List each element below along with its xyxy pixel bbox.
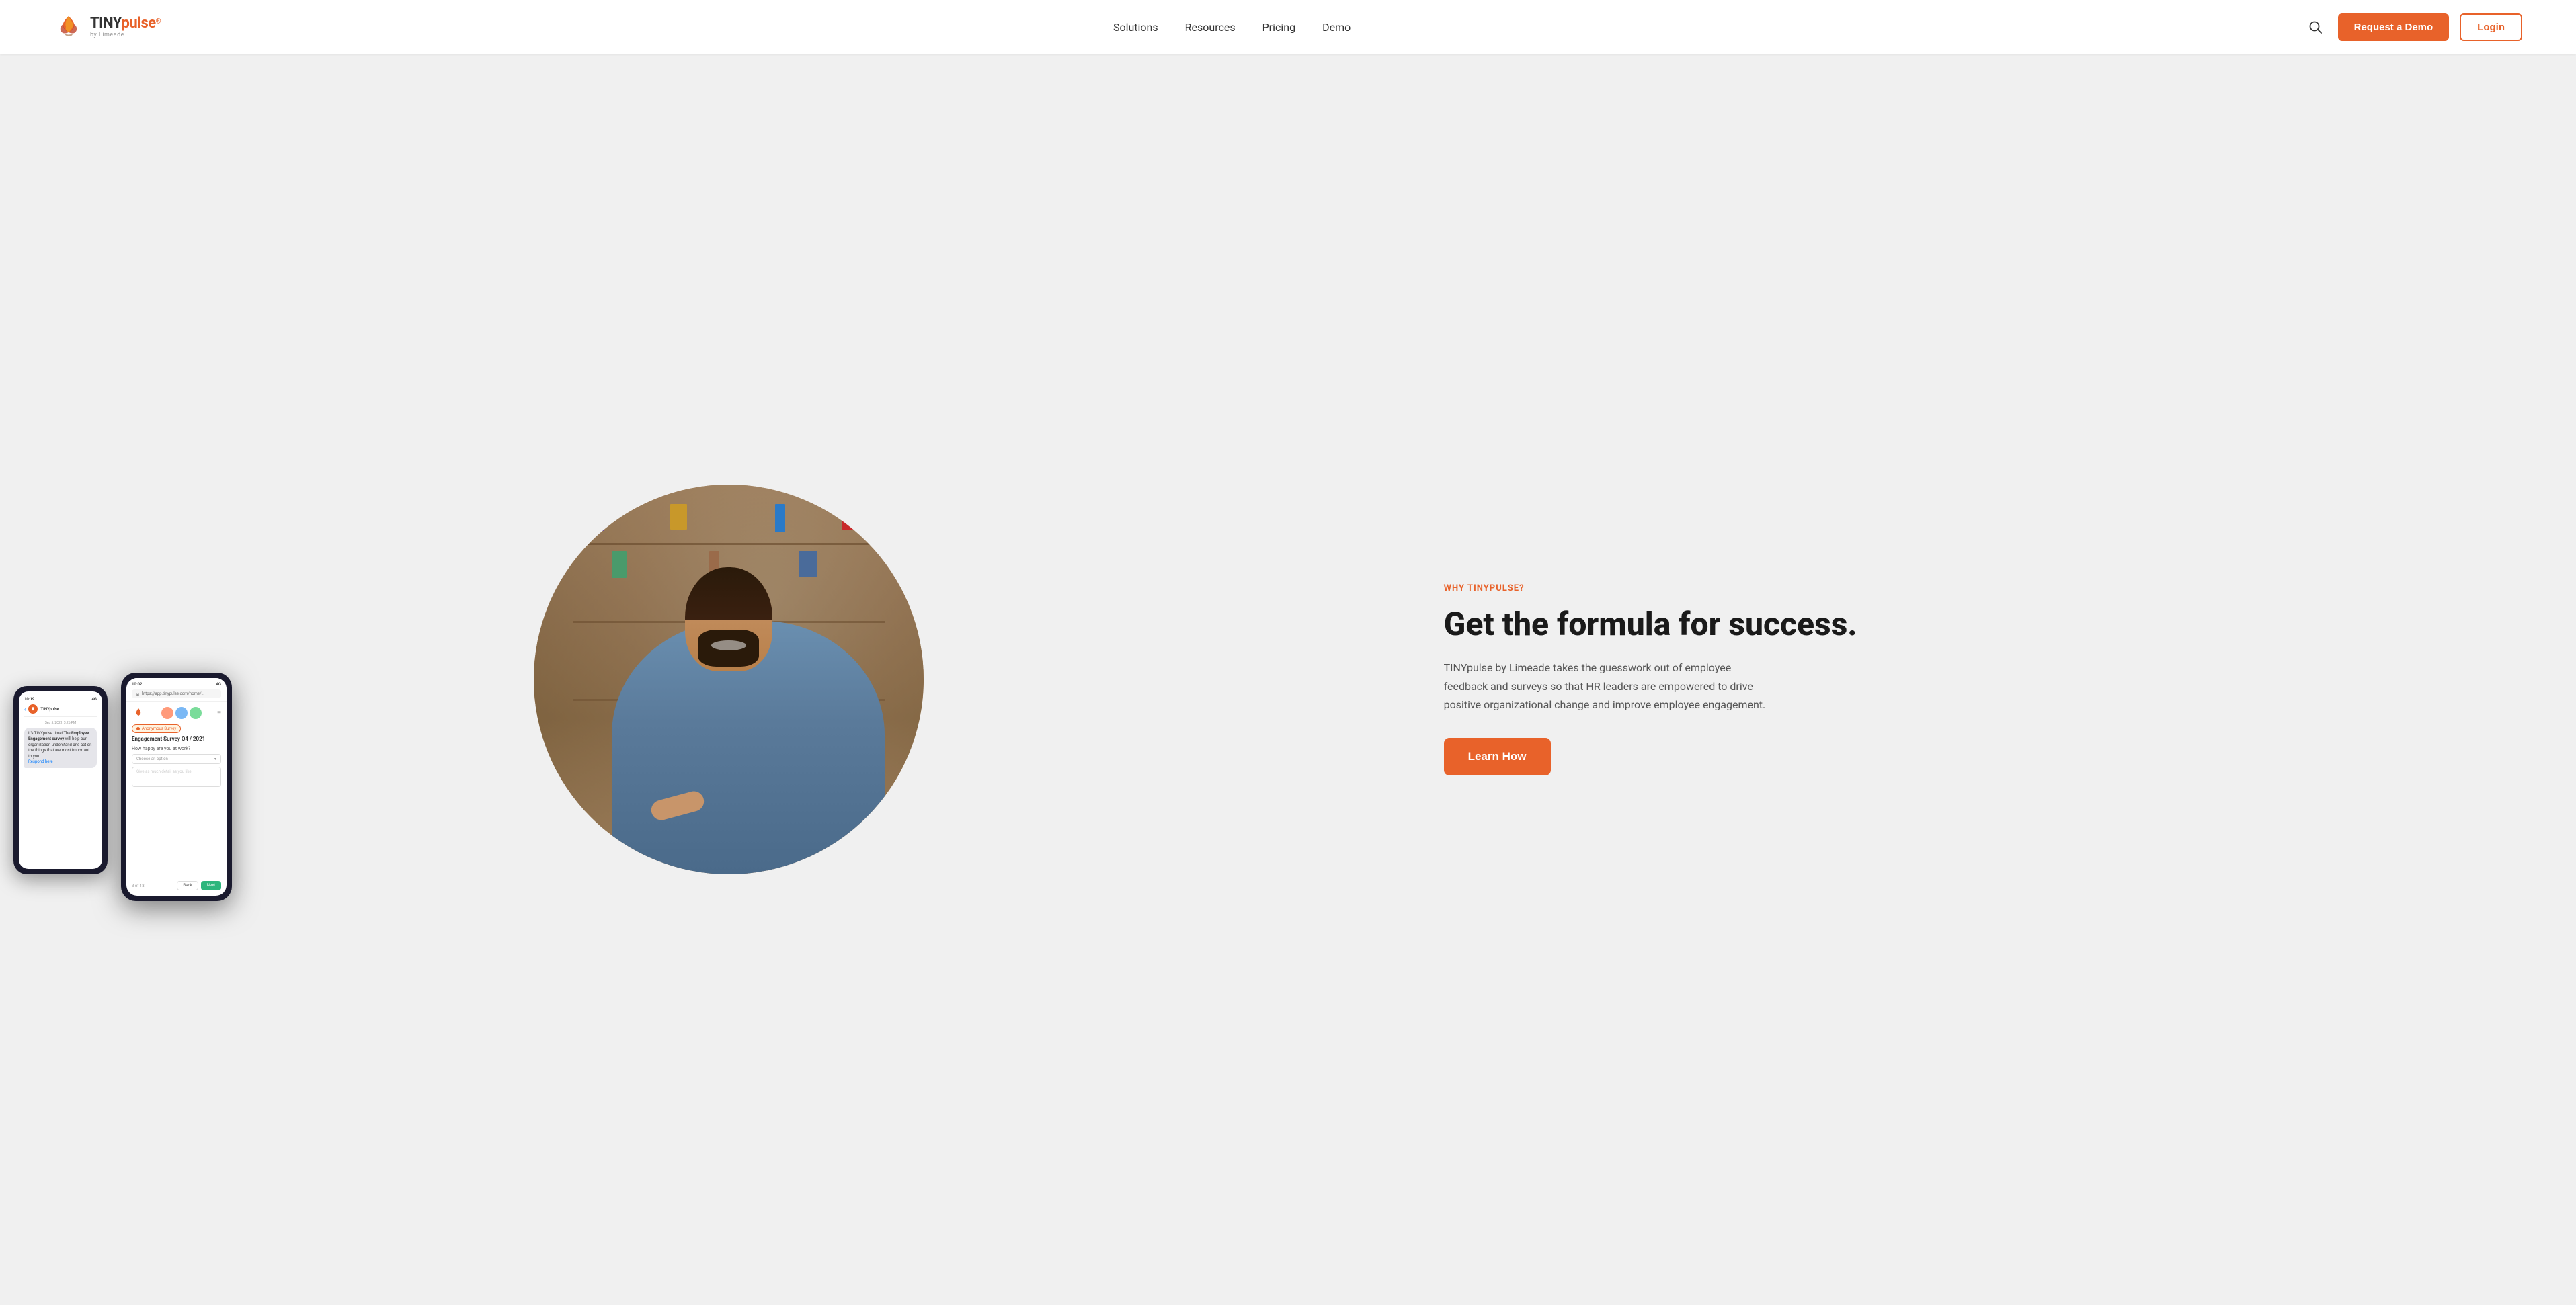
tinypulse-icon xyxy=(28,704,38,714)
phone-survey-screen: 10:02 4G https://app.tinypulse.com/home/… xyxy=(126,678,227,896)
hero-title: Get the formula for success. xyxy=(1444,605,2522,642)
logo-sub: by Limeade xyxy=(90,32,161,38)
back-arrow-icon: ‹ xyxy=(24,706,26,712)
survey-title: Engagement Survey Q4 / 2021 xyxy=(132,736,221,742)
nav-solutions[interactable]: Solutions xyxy=(1113,21,1158,34)
nav-links: Solutions Resources Pricing Demo xyxy=(1113,21,1351,34)
lock-icon xyxy=(136,692,140,696)
logo[interactable]: TINYpulse® by Limeade xyxy=(54,12,161,42)
phone-2-time: 10:02 xyxy=(132,682,142,687)
avatar-3 xyxy=(190,707,202,719)
hero-eyebrow: WHY TINYPULSE? xyxy=(1444,583,2522,593)
logo-pulse: pulse xyxy=(121,15,155,32)
nav-resources[interactable]: Resources xyxy=(1185,21,1236,34)
survey-back-button[interactable]: Back xyxy=(177,881,198,890)
dropdown-placeholder: Choose an option xyxy=(136,757,168,761)
survey-question: How happy are you at work? xyxy=(132,746,221,751)
phones-container: 10:19 4G ‹ TINYpulse I Sep 5, 2021, 3:26… xyxy=(13,673,232,901)
badge-label: Anonymous Survey xyxy=(142,726,176,731)
hero-right: WHY TINYPULSE? Get the formula for succe… xyxy=(1417,543,2576,816)
hero-image-circle xyxy=(534,485,924,874)
avatar-2 xyxy=(175,707,188,719)
sms-message: It's TINYpulse time! The Employee Engage… xyxy=(24,728,97,768)
phone-2-top-bar: 10:02 4G https://app.tinypulse.com/home/… xyxy=(126,678,227,702)
hero-left: 10:19 4G ‹ TINYpulse I Sep 5, 2021, 3:26… xyxy=(0,444,1417,915)
phone-2-body: ≡ Anonymous Survey Engagement Survey Q4 … xyxy=(126,702,227,796)
avatar-1 xyxy=(161,707,173,719)
url-text: https://app.tinypulse.com/home/... xyxy=(142,691,204,696)
phone-1-status-bar: 10:19 4G xyxy=(24,697,97,702)
phone-2-nav: ≡ xyxy=(132,707,221,719)
hero-bg xyxy=(534,485,924,874)
person-head xyxy=(685,567,772,671)
login-button[interactable]: Login xyxy=(2460,13,2522,41)
hair xyxy=(685,567,772,620)
app-logo-icon xyxy=(132,708,145,718)
tinypulse-logo-icon xyxy=(54,12,83,42)
phone-1-brand: TINYpulse I xyxy=(40,707,61,712)
nav-actions: Request a Demo Login xyxy=(2303,13,2522,41)
hero-section: 10:19 4G ‹ TINYpulse I Sep 5, 2021, 3:26… xyxy=(0,54,2576,1305)
navbar: TINYpulse® by Limeade Solutions Resource… xyxy=(0,0,2576,54)
url-bar: https://app.tinypulse.com/home/... xyxy=(132,689,221,698)
survey-textarea[interactable]: Give as much detail as you like. xyxy=(132,767,221,787)
smile xyxy=(711,640,746,651)
logo-text: TINYpulse® by Limeade xyxy=(90,16,161,38)
sms-text-1: It's TINYpulse time! The xyxy=(28,731,71,736)
phone-2-status: 10:02 4G xyxy=(132,682,221,687)
phone-1-time-sent: Sep 5, 2021, 3:26 PM xyxy=(24,721,97,725)
phone-1-time: 10:19 xyxy=(24,697,34,702)
phone-sms-screen: 10:19 4G ‹ TINYpulse I Sep 5, 2021, 3:26… xyxy=(19,691,102,869)
phone-2-bottom: 3 of 18 Back Next xyxy=(132,881,221,890)
phone-1-signal: 4G xyxy=(91,697,97,702)
survey-dropdown[interactable]: Choose an option ▾ xyxy=(132,754,221,764)
textarea-placeholder: Give as much detail as you like. xyxy=(136,769,192,774)
survey-badge: Anonymous Survey xyxy=(132,724,181,733)
phone-survey: 10:02 4G https://app.tinypulse.com/home/… xyxy=(121,673,232,901)
nav-demo[interactable]: Demo xyxy=(1322,21,1351,34)
nav-pricing[interactable]: Pricing xyxy=(1262,21,1296,34)
menu-icon: ≡ xyxy=(217,710,221,717)
survey-nav-buttons: Back Next xyxy=(177,881,221,890)
hero-description: TINYpulse by Limeade takes the guesswork… xyxy=(1444,659,1767,714)
sms-link[interactable]: Respond here xyxy=(28,759,53,764)
phone-sms: 10:19 4G ‹ TINYpulse I Sep 5, 2021, 3:26… xyxy=(13,686,108,874)
logo-tiny: TINY xyxy=(90,15,121,32)
chevron-down-icon: ▾ xyxy=(214,757,216,761)
logo-reg: ® xyxy=(156,17,161,25)
badge-dot xyxy=(136,727,140,730)
request-demo-button[interactable]: Request a Demo xyxy=(2338,13,2450,41)
phone-2-signal: 4G xyxy=(216,682,221,687)
search-icon[interactable] xyxy=(2303,15,2327,39)
page-indicator: 3 of 18 xyxy=(132,884,145,888)
learn-how-button[interactable]: Learn How xyxy=(1444,738,1551,775)
phone-1-header: ‹ TINYpulse I xyxy=(24,704,97,717)
avatar-row xyxy=(161,707,202,719)
survey-next-button[interactable]: Next xyxy=(201,881,221,890)
shelf-1 xyxy=(573,543,885,545)
